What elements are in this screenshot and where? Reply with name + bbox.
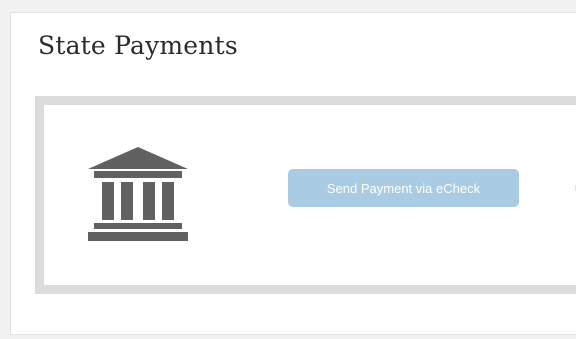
echeck-payment-card: Send Payment via eCheck — [35, 96, 576, 294]
state-payments-panel: State Payments Send Payment via eCheck — [10, 12, 576, 335]
send-echeck-payment-button[interactable]: Send Payment via eCheck — [288, 169, 519, 207]
bank-icon — [88, 147, 188, 241]
page-title: State Payments — [38, 31, 238, 60]
